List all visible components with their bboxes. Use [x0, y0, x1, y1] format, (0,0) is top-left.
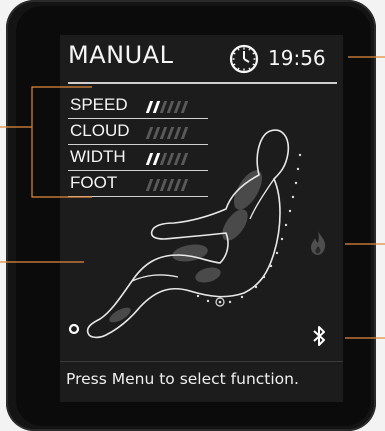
device: MANUAL 19:56 SPEED CLOUD WIDTH FOOT Pres… [0, 0, 385, 431]
callout-lines [0, 56, 385, 339]
callout-params-bracket [31, 86, 92, 198]
